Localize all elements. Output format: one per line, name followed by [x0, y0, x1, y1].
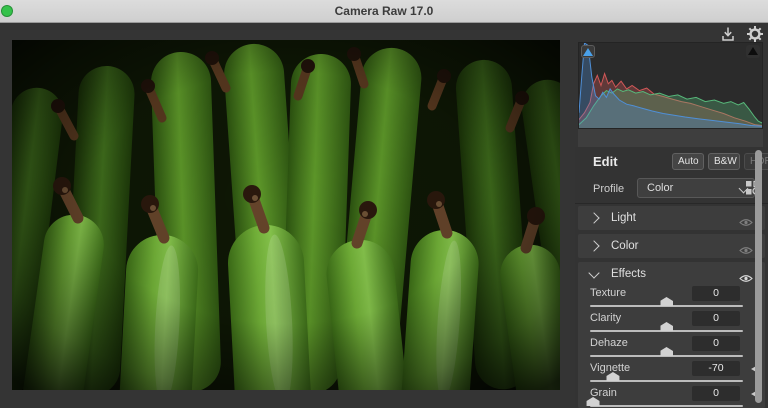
histogram-footer-strip — [578, 129, 763, 147]
slider-row-clarity: Clarity 0 — [578, 311, 765, 336]
slider-row-dehaze: Dehaze 0 — [578, 336, 765, 361]
window-titlebar: Camera Raw 17.0 — [0, 0, 768, 23]
highlight-clipping-indicator[interactable] — [746, 45, 760, 58]
section-light: Light — [578, 206, 765, 230]
profile-label: Profile — [593, 183, 625, 195]
slider-row-vignette: Vignette -70 — [578, 361, 765, 386]
banana-photo-image — [12, 40, 560, 390]
slider-track[interactable] — [590, 322, 743, 332]
section-label: Effects — [611, 268, 646, 280]
slider-track[interactable] — [590, 297, 743, 307]
window-title: Camera Raw 17.0 — [334, 4, 434, 18]
section-effects-header[interactable]: Effects — [578, 262, 765, 286]
slider-value-field[interactable]: 0 — [692, 386, 740, 401]
slider-handle[interactable] — [660, 347, 673, 356]
panel-scrollbar[interactable] — [755, 150, 762, 403]
section-effects: Effects Texture 0 Clarity 0 Dehaze 0 Vig… — [578, 262, 765, 408]
slider-row-grain: Grain 0 — [578, 386, 765, 408]
profile-selected-value: Color — [647, 182, 674, 194]
slider-value-field[interactable]: -70 — [692, 361, 740, 376]
shadow-clipping-indicator[interactable] — [581, 45, 595, 58]
profile-dropdown[interactable]: Color — [637, 178, 755, 198]
histogram-svg — [578, 42, 763, 128]
slider-label: Texture — [590, 287, 627, 299]
photo-canvas[interactable] — [12, 40, 560, 390]
settings-gear-icon[interactable] — [746, 25, 764, 43]
chevron-right-icon — [588, 212, 600, 224]
histogram[interactable] — [578, 42, 763, 129]
slider-track[interactable] — [590, 347, 743, 357]
slider-label: Grain — [590, 387, 617, 399]
slider-track[interactable] — [586, 397, 743, 407]
auto-button[interactable]: Auto — [672, 153, 704, 170]
slider-value-field[interactable]: 0 — [692, 311, 740, 326]
divider — [575, 203, 768, 204]
visibility-eye-icon[interactable] — [739, 214, 753, 232]
slider-track[interactable] — [590, 372, 743, 382]
chevron-right-icon — [588, 240, 600, 252]
export-icon[interactable] — [719, 25, 737, 43]
edit-panel: Edit Auto B&W HDR Profile Color Light Co… — [575, 147, 768, 408]
section-label: Color — [611, 240, 639, 252]
slider-handle[interactable] — [660, 322, 673, 331]
section-light-header[interactable]: Light — [578, 206, 765, 230]
slider-value-field[interactable]: 0 — [692, 286, 740, 301]
bw-button[interactable]: B&W — [708, 153, 740, 170]
slider-label: Clarity — [590, 312, 622, 324]
slider-label: Dehaze — [590, 337, 628, 349]
section-label: Light — [611, 212, 636, 224]
slider-handle[interactable] — [660, 297, 673, 306]
section-color-header[interactable]: Color — [578, 234, 765, 258]
slider-value-field[interactable]: 0 — [692, 336, 740, 351]
edit-panel-title: Edit — [593, 154, 618, 169]
chevron-down-icon — [588, 266, 600, 279]
slider-row-texture: Texture 0 — [578, 286, 765, 311]
visibility-eye-icon[interactable] — [739, 242, 753, 260]
slider-label: Vignette — [590, 362, 631, 374]
section-color: Color — [578, 234, 765, 258]
